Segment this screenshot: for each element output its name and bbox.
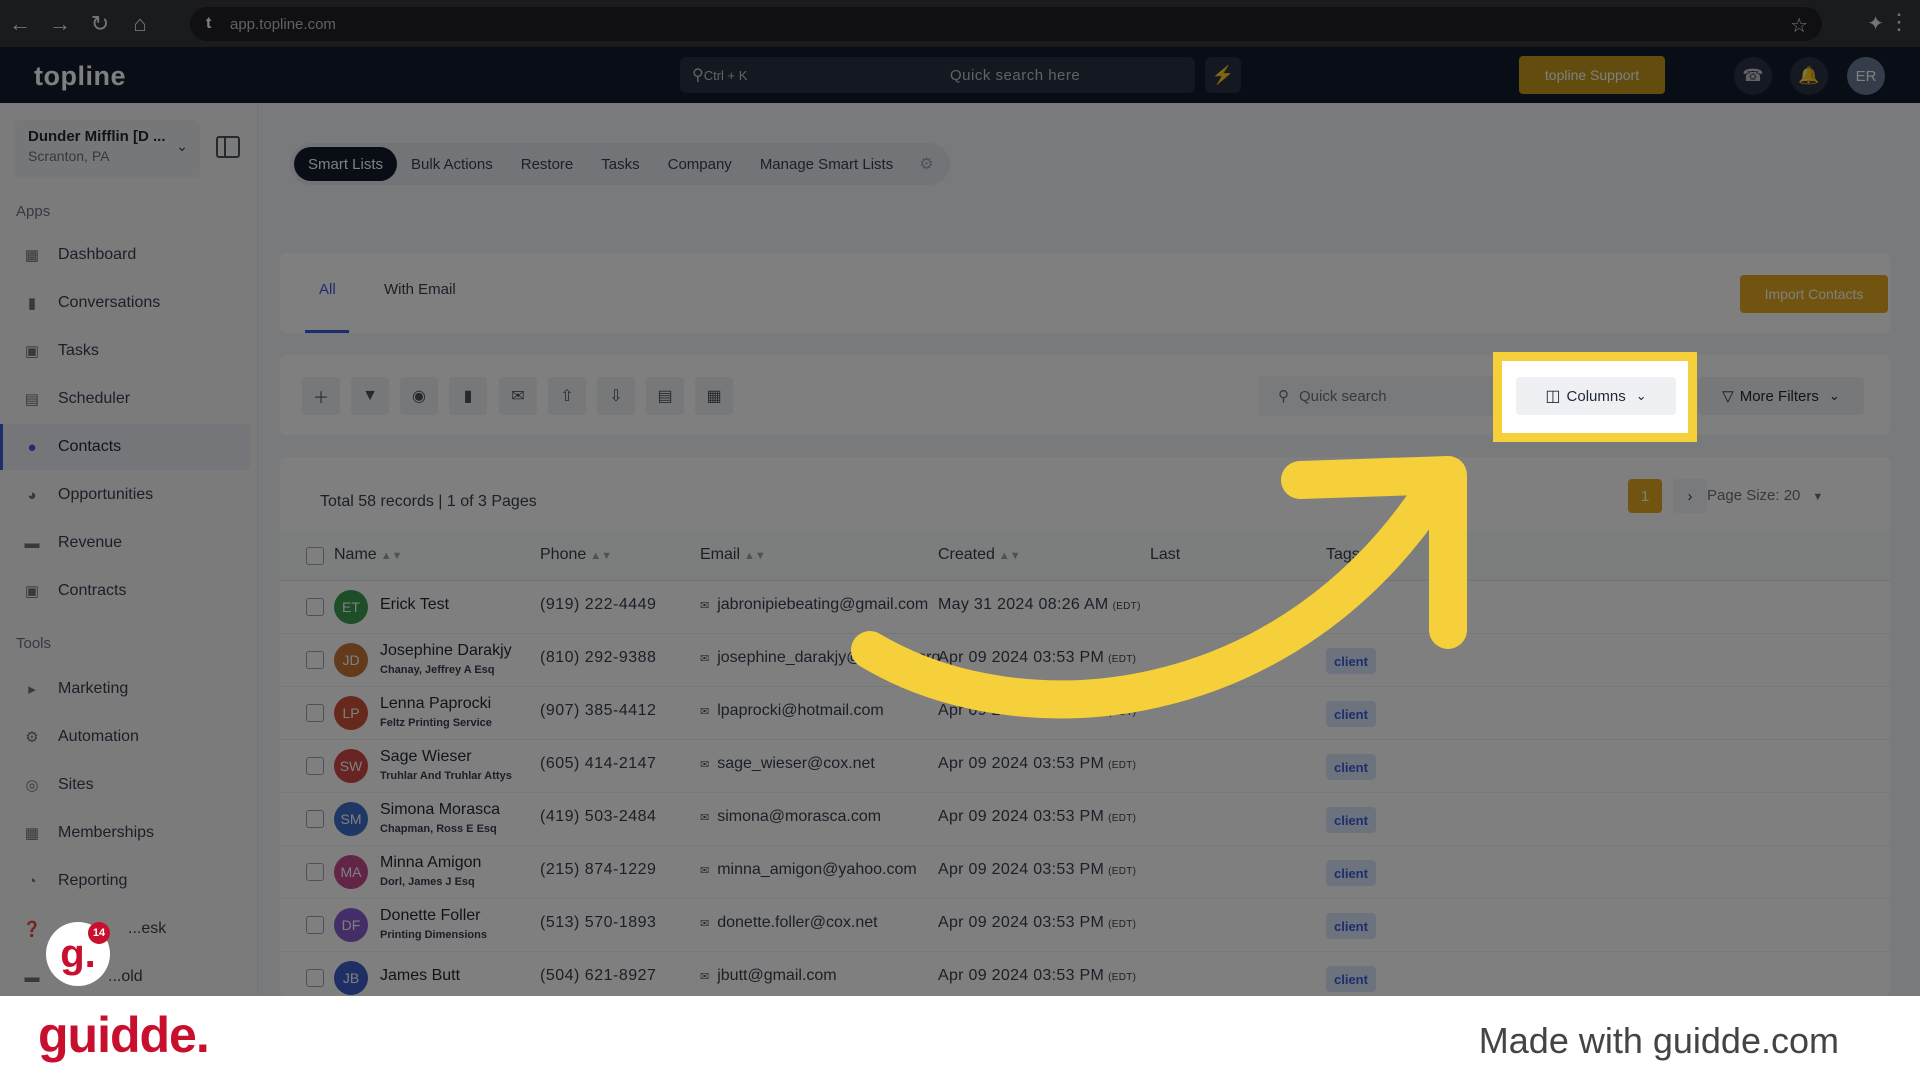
guidde-badge[interactable]: g. 14 [46,922,110,986]
pointer-arrow [851,456,1467,719]
made-with-text: Made with guidde.com [1478,1020,1839,1061]
guidde-badge-count: 14 [88,922,110,944]
guidde-logo: guidde. [38,1007,210,1063]
guidde-footer: guidde. Made with guidde.com [0,996,1920,1080]
